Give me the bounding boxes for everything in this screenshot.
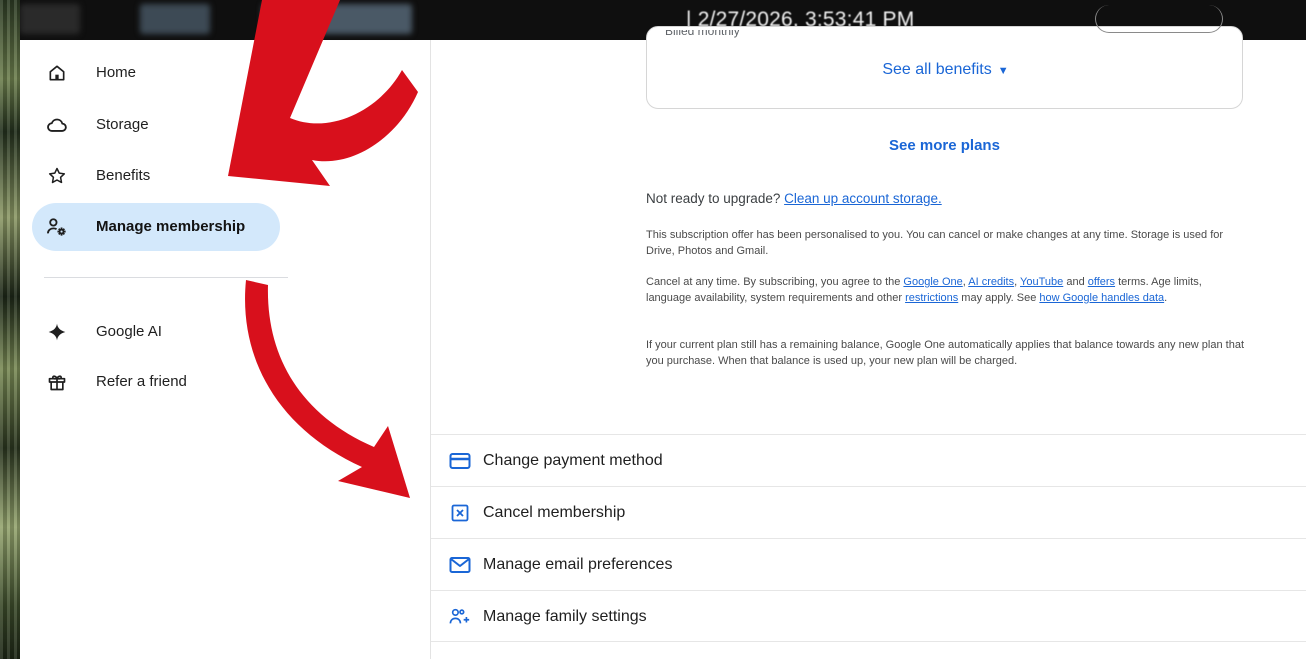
how-google-handles-data-link[interactable]: how Google handles data — [1039, 292, 1164, 304]
manage-membership-icon — [45, 215, 69, 239]
terms-text-part: . — [1164, 292, 1168, 304]
envelope-icon — [449, 554, 471, 576]
home-icon — [45, 61, 69, 85]
restrictions-link[interactable]: restrictions — [905, 292, 958, 304]
cancel-membership-row[interactable]: Cancel membership — [431, 486, 1306, 538]
terms-text-part: and — [1063, 276, 1088, 288]
blurred-top-thumb — [140, 4, 210, 34]
sidebar-item-benefits[interactable]: Benefits — [32, 152, 280, 200]
sparkle-icon — [45, 320, 69, 344]
membership-actions-list: Change payment method Cancel membership … — [431, 434, 1306, 642]
plan-card: Billed monthly See all benefits ▼ — [646, 5, 1244, 109]
sidebar-item-label: Storage — [96, 116, 149, 133]
sidebar-item-label: Refer a friend — [96, 373, 187, 390]
sidebar: Home Storage Benefits Manage membership — [20, 40, 300, 659]
youtube-terms-link[interactable]: YouTube — [1020, 276, 1063, 288]
ai-credits-terms-link[interactable]: AI credits — [968, 276, 1014, 288]
sidebar-item-label: Home — [96, 64, 137, 81]
sidebar-divider — [44, 277, 288, 278]
star-icon — [45, 164, 69, 188]
manage-family-settings-row[interactable]: Manage family settings — [431, 590, 1306, 642]
action-label: Change payment method — [483, 452, 663, 469]
sidebar-item-manage-membership[interactable]: Manage membership — [32, 203, 280, 251]
action-label: Cancel membership — [483, 504, 626, 521]
sidebar-item-refer-a-friend[interactable]: Refer a friend — [32, 358, 280, 406]
remaining-balance-text: If your current plan still has a remaini… — [646, 339, 1245, 367]
sidebar-item-storage[interactable]: Storage — [32, 101, 280, 149]
credit-card-icon — [449, 450, 471, 472]
background-photo-strip — [0, 0, 20, 659]
terms-text: Cancel at any time. By subscribing, you … — [646, 274, 1246, 306]
action-label: Manage email preferences — [483, 556, 673, 573]
see-all-benefits-label: See all benefits — [882, 61, 992, 78]
blurred-top-left — [20, 4, 80, 34]
caret-down-icon: ▼ — [997, 65, 1009, 77]
not-ready-text: Not ready to upgrade? Clean up account s… — [646, 191, 1266, 206]
sidebar-item-label: Benefits — [96, 167, 151, 184]
see-more-plans-link[interactable]: See more plans — [646, 137, 1243, 154]
gift-icon — [45, 370, 69, 394]
plan-select-button[interactable] — [1095, 5, 1223, 33]
manage-email-preferences-row[interactable]: Manage email preferences — [431, 538, 1306, 590]
sidebar-item-google-ai[interactable]: Google AI — [32, 308, 280, 356]
sidebar-item-home[interactable]: Home — [32, 49, 280, 97]
cancel-box-icon — [449, 502, 471, 524]
sidebar-item-label: Manage membership — [96, 218, 246, 235]
sidebar-item-label: Google AI — [96, 323, 162, 340]
terms-text-part: may apply. See — [958, 292, 1040, 304]
offers-terms-link[interactable]: offers — [1088, 276, 1115, 288]
family-icon — [449, 606, 471, 628]
terms-text-part: Cancel at any time. By subscribing, you … — [646, 276, 904, 288]
google-one-terms-link[interactable]: Google One — [903, 276, 962, 288]
blurred-top-title — [262, 4, 412, 34]
clean-up-storage-link[interactable]: Clean up account storage. — [784, 191, 942, 206]
personalised-offer-text: This subscription offer has been persona… — [646, 229, 1224, 257]
main-content: Billed monthly See all benefits ▼ See mor… — [430, 5, 1306, 659]
cloud-icon — [45, 113, 69, 137]
action-label: Manage family settings — [483, 608, 647, 625]
not-ready-prefix: Not ready to upgrade? — [646, 191, 781, 206]
see-all-benefits-link[interactable]: See all benefits ▼ — [647, 61, 1244, 79]
billed-monthly-text: Billed monthly — [665, 24, 740, 38]
change-payment-method-row[interactable]: Change payment method — [431, 434, 1306, 486]
